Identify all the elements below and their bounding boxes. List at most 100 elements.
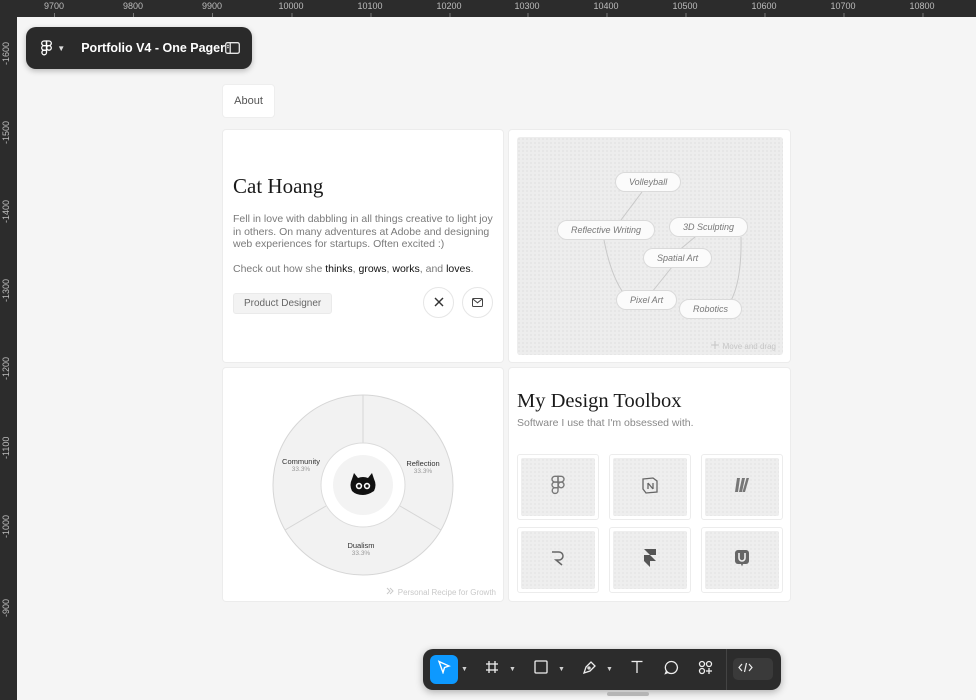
ruler-tick: 10700 bbox=[830, 1, 856, 17]
chevron-down-icon[interactable]: ▼ bbox=[508, 655, 517, 684]
canvas-scrollbar[interactable] bbox=[607, 692, 649, 696]
ruler-tick: -1300 bbox=[1, 278, 11, 302]
mail-icon bbox=[472, 294, 483, 312]
sparkle-icon bbox=[386, 587, 394, 597]
ruler-tick: 10100 bbox=[357, 1, 383, 17]
segment-dualism[interactable]: Dualism 33.3% bbox=[341, 541, 381, 557]
tool-tile-miro[interactable] bbox=[701, 454, 783, 520]
toolbox-title: My Design Toolbox bbox=[517, 390, 682, 412]
horizontal-ruler: 9700 9800 9900 10000 10100 10200 10300 1… bbox=[0, 0, 976, 17]
link-loves[interactable]: loves bbox=[446, 263, 471, 275]
ruler-tick: -900 bbox=[1, 598, 11, 617]
cat-avatar bbox=[348, 472, 378, 496]
framer-icon bbox=[643, 548, 657, 573]
figma-icon bbox=[551, 475, 565, 500]
recipe-card: Community 33.3% Reflection 33.3% Dualism… bbox=[223, 368, 503, 601]
ruler-tick: 10600 bbox=[751, 1, 777, 17]
sidebar-toggle-icon[interactable] bbox=[225, 41, 240, 55]
interest-tag[interactable]: Robotics bbox=[679, 299, 743, 319]
links-prefix: Check out how she bbox=[233, 263, 326, 275]
dev-mode-toggle[interactable] bbox=[733, 658, 773, 680]
link-grows[interactable]: grows bbox=[359, 263, 387, 275]
segment-reflection[interactable]: Reflection 33.3% bbox=[403, 459, 443, 475]
role-badge: Product Designer bbox=[233, 293, 333, 314]
recipe-caption: Personal Recipe for Growth bbox=[386, 587, 496, 597]
chevron-down-icon[interactable]: ▼ bbox=[57, 44, 65, 53]
ruler-tick: 10800 bbox=[909, 1, 935, 17]
ruler-tick: 10200 bbox=[436, 1, 462, 17]
ruler-corner bbox=[0, 0, 17, 17]
uizard-icon bbox=[734, 549, 750, 572]
interests-card: Volleyball Reflective Writing 3D Sculpti… bbox=[509, 130, 790, 362]
segment-label: Dualism bbox=[347, 541, 375, 550]
toolbox-card: My Design Toolbox Software I use that I'… bbox=[509, 368, 790, 601]
segment-value: 33.3% bbox=[291, 466, 311, 473]
drag-hint-label: Move and drag bbox=[722, 341, 776, 351]
actions-tool-button[interactable] bbox=[691, 655, 719, 684]
links-separator: , and bbox=[419, 263, 447, 275]
rive-icon bbox=[550, 549, 566, 572]
segment-label: Reflection bbox=[406, 459, 440, 468]
rectangle-icon bbox=[534, 660, 548, 679]
x-icon bbox=[434, 294, 444, 312]
tool-tile-rive[interactable] bbox=[517, 527, 599, 593]
ruler-tick: 9800 bbox=[122, 1, 144, 17]
segment-label: Community bbox=[282, 457, 320, 466]
ruler-tick: -1500 bbox=[1, 120, 11, 144]
profile-card: Cat Hoang Fell in love with dabbling in … bbox=[223, 130, 503, 362]
link-thinks[interactable]: thinks bbox=[325, 263, 352, 275]
move-tool-button[interactable] bbox=[430, 655, 458, 684]
interest-tag[interactable]: 3D Sculpting bbox=[669, 217, 749, 237]
actions-icon bbox=[698, 660, 713, 680]
link-works[interactable]: works bbox=[392, 263, 419, 275]
mail-button[interactable] bbox=[462, 287, 493, 318]
links-end: . bbox=[470, 263, 474, 275]
text-icon bbox=[630, 660, 644, 679]
pen-tool-button[interactable] bbox=[575, 655, 603, 684]
interests-canvas[interactable]: Volleyball Reflective Writing 3D Sculpti… bbox=[517, 137, 783, 355]
comment-tool-button[interactable] bbox=[657, 655, 685, 684]
ruler-tick: 10000 bbox=[278, 1, 304, 17]
pen-icon bbox=[582, 660, 597, 680]
ruler-tick: -1000 bbox=[1, 514, 11, 538]
file-title[interactable]: Portfolio V4 - One Pager bbox=[81, 41, 225, 55]
ruler-tick: 10500 bbox=[672, 1, 698, 17]
interest-tag[interactable]: Pixel Art bbox=[616, 290, 678, 310]
frame-icon bbox=[485, 660, 499, 679]
interest-tag[interactable]: Spatial Art bbox=[643, 248, 713, 268]
bottom-toolbar: ▼ ▼ ▼ ▼ bbox=[423, 649, 781, 690]
profile-links: Check out how she thinks, grows, works, … bbox=[233, 263, 474, 275]
recipe-caption-label: Personal Recipe for Growth bbox=[397, 587, 496, 597]
profile-bio: Fell in love with dabbling in all things… bbox=[233, 213, 493, 251]
chevron-down-icon[interactable]: ▼ bbox=[605, 655, 614, 684]
tool-tile-framer[interactable] bbox=[609, 527, 691, 593]
miro-icon bbox=[733, 476, 751, 499]
interest-connectors bbox=[603, 191, 742, 308]
text-tool-button[interactable] bbox=[623, 655, 651, 684]
chevron-down-icon[interactable]: ▼ bbox=[557, 655, 566, 684]
drag-hint: Move and drag bbox=[710, 341, 776, 351]
interest-tag[interactable]: Volleyball bbox=[615, 172, 682, 192]
tool-tile-notion[interactable] bbox=[609, 454, 691, 520]
figma-icon[interactable] bbox=[38, 39, 54, 57]
segment-value: 33.3% bbox=[413, 468, 433, 475]
move-icon bbox=[710, 341, 719, 351]
tool-tile-uizard[interactable] bbox=[701, 527, 783, 593]
ruler-tick: 9700 bbox=[43, 1, 65, 17]
interest-tag[interactable]: Reflective Writing bbox=[557, 220, 656, 240]
chevron-down-icon[interactable]: ▼ bbox=[460, 655, 469, 684]
vertical-ruler: -1600 -1500 -1400 -1300 -1200 -1100 -100… bbox=[0, 17, 17, 700]
x-social-button[interactable] bbox=[423, 287, 454, 318]
about-tab[interactable]: About bbox=[223, 85, 274, 117]
tool-tile-figma[interactable] bbox=[517, 454, 599, 520]
ruler-tick: -1100 bbox=[1, 436, 11, 459]
segment-community[interactable]: Community 33.3% bbox=[281, 457, 321, 473]
ruler-tick: 10300 bbox=[514, 1, 540, 17]
profile-name: Cat Hoang bbox=[233, 174, 324, 198]
ruler-tick: -1200 bbox=[1, 356, 11, 380]
shape-tool-button[interactable] bbox=[527, 655, 555, 684]
frame-tool-button[interactable] bbox=[478, 655, 506, 684]
notion-icon bbox=[641, 476, 659, 499]
code-icon bbox=[738, 660, 753, 678]
ruler-tick: -1400 bbox=[1, 199, 11, 223]
